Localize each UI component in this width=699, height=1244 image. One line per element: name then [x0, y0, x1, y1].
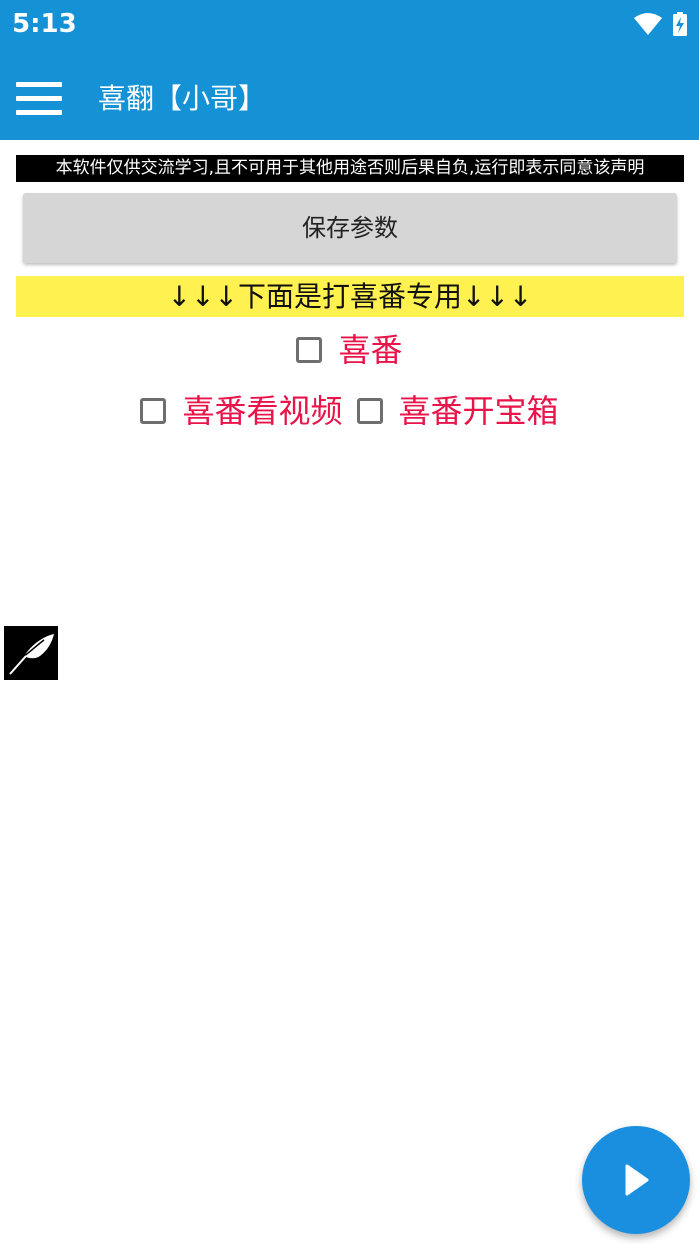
- menu-icon[interactable]: [16, 78, 64, 118]
- checkbox-label: 喜番看视频: [182, 392, 343, 430]
- checkbox-xifan-watch-video[interactable]: 喜番看视频: [140, 389, 343, 433]
- wifi-icon: [634, 13, 662, 35]
- checkbox-box[interactable]: [356, 398, 383, 424]
- quill-icon[interactable]: [4, 626, 58, 680]
- disclaimer-text: 本软件仅供交流学习,且不可用于其他用途否则后果自负,运行即表示同意该声明: [16, 155, 684, 182]
- play-icon: [625, 1164, 649, 1196]
- checkbox-box[interactable]: [140, 398, 167, 424]
- status-bar: 5:13: [0, 0, 699, 48]
- checkbox-box[interactable]: [296, 337, 323, 363]
- checkbox-xifan-open-chest[interactable]: 喜番开宝箱: [356, 389, 559, 433]
- app-title: 喜翻【小哥】: [98, 82, 267, 115]
- checkbox-xifan[interactable]: 喜番: [296, 328, 403, 372]
- checkbox-row-1: 喜番: [0, 328, 699, 372]
- save-params-button[interactable]: 保存参数: [23, 193, 677, 263]
- status-time: 5:13: [12, 9, 77, 39]
- checkbox-label: 喜番: [338, 331, 403, 369]
- status-icons: [633, 12, 687, 36]
- section-banner: ↓↓↓下面是打喜番专用↓↓↓: [16, 276, 684, 317]
- app-bar: 喜翻【小哥】: [0, 48, 699, 140]
- play-fab-button[interactable]: [582, 1126, 690, 1234]
- checkbox-label: 喜番开宝箱: [398, 392, 559, 430]
- battery-charging-icon: [673, 12, 687, 36]
- checkbox-row-2: 喜番看视频 喜番开宝箱: [0, 389, 699, 433]
